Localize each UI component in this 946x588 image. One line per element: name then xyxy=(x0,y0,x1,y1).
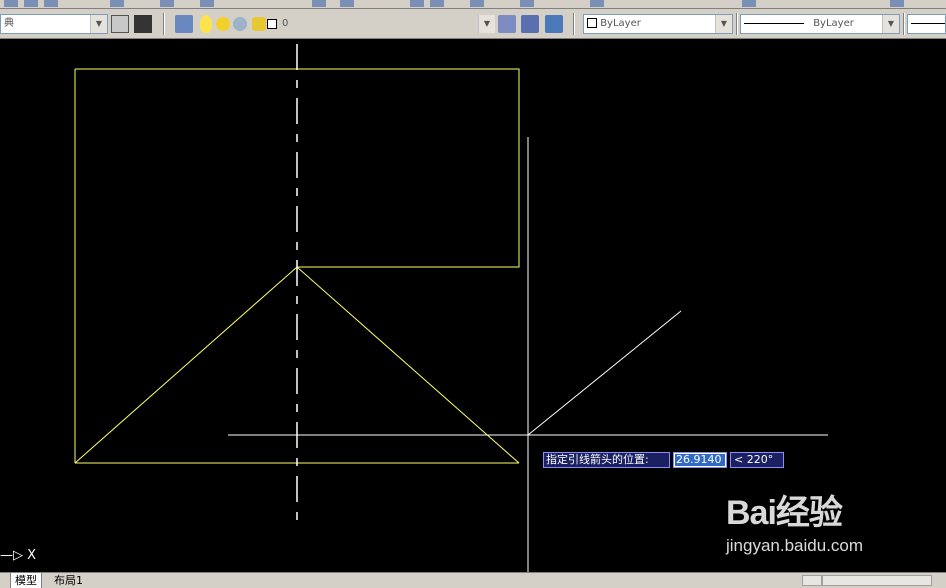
properties-toolbar: 典 ▼ 0 ▼ ByLayer ▼ ByLayer ▼ xyxy=(0,9,946,39)
lightbulb-icon[interactable] xyxy=(200,15,212,33)
scroll-left-button[interactable] xyxy=(802,575,822,586)
distance-input[interactable]: 26.9140 xyxy=(673,452,727,468)
toolbar-icon[interactable] xyxy=(410,0,424,7)
toolbar-separator xyxy=(736,13,738,35)
horizontal-scrollbar[interactable] xyxy=(822,575,932,586)
toolbar-icon[interactable] xyxy=(590,0,604,7)
toolbar-icon[interactable] xyxy=(340,0,354,7)
watermark-logo: Bai经验 xyxy=(726,494,843,532)
toolbar-icon[interactable] xyxy=(430,0,444,7)
toolbar-separator xyxy=(903,13,905,35)
layer-combo-value: 0 xyxy=(282,18,289,29)
toolbar-icon[interactable] xyxy=(4,0,18,7)
layer-combo[interactable]: 0 ▼ xyxy=(278,14,496,34)
layout-tab-bar: 模型 布局1 xyxy=(0,572,946,588)
linetype-combo-value: ByLayer xyxy=(813,18,854,29)
ucs-icon: —▷ X xyxy=(0,548,36,563)
make-current-icon[interactable] xyxy=(498,15,516,33)
toolbar-separator xyxy=(573,13,575,35)
standard-toolbar xyxy=(0,0,946,9)
toolbar-icon[interactable] xyxy=(110,0,124,7)
layer-tool-icon[interactable] xyxy=(111,15,129,33)
viewport-freeze-icon[interactable] xyxy=(233,17,247,31)
chevron-down-icon[interactable]: ▼ xyxy=(478,15,495,33)
color-swatch-icon xyxy=(587,18,597,28)
ucs-arrow-icon: —▷ xyxy=(0,548,23,563)
distance-input-value: 26.9140 xyxy=(675,454,725,466)
linetype-preview xyxy=(744,22,804,24)
toolbar-icon[interactable] xyxy=(312,0,326,7)
toolbar-icon[interactable] xyxy=(890,0,904,7)
lineweight-preview xyxy=(911,22,945,24)
leader-rubber-band-line xyxy=(527,310,682,436)
watermark: Bai经验 jingyan.baidu.com xyxy=(726,485,863,556)
layer-states-icon[interactable] xyxy=(521,15,539,33)
lock-icon[interactable] xyxy=(252,17,266,31)
sun-icon[interactable] xyxy=(216,17,230,31)
chevron-down-icon[interactable]: ▼ xyxy=(882,15,899,33)
layer-properties-icon[interactable] xyxy=(175,15,193,33)
toolbar-icon[interactable] xyxy=(520,0,534,7)
workspace-combo[interactable]: 典 ▼ xyxy=(0,14,108,34)
toolbar-separator xyxy=(163,13,165,35)
toolbar-icon[interactable] xyxy=(160,0,174,7)
layer-isolate-icon[interactable] xyxy=(545,15,563,33)
color-swatch-icon xyxy=(267,19,277,29)
chevron-down-icon[interactable]: ▼ xyxy=(715,15,732,33)
dynamic-input-prompt: 指定引线箭头的位置: xyxy=(543,452,670,468)
tab-model[interactable]: 模型 xyxy=(10,573,42,588)
ucs-x-label: X xyxy=(27,548,37,563)
chevron-down-icon[interactable]: ▼ xyxy=(90,15,107,33)
lineweight-combo[interactable] xyxy=(907,14,946,34)
watermark-url: jingyan.baidu.com xyxy=(726,536,864,555)
toolbar-icon[interactable] xyxy=(742,0,756,7)
angle-input[interactable]: < 220° xyxy=(730,452,784,468)
layer-previous-icon[interactable] xyxy=(134,15,152,33)
color-combo[interactable]: ByLayer ▼ xyxy=(583,14,733,34)
toolbar-icon[interactable] xyxy=(200,0,214,7)
linetype-combo[interactable]: ByLayer ▼ xyxy=(740,14,900,34)
toolbar-icon[interactable] xyxy=(470,0,484,7)
color-combo-value: ByLayer xyxy=(600,18,641,29)
tab-layout1[interactable]: 布局1 xyxy=(50,573,87,588)
toolbar-icon[interactable] xyxy=(24,0,38,7)
toolbar-icon[interactable] xyxy=(44,0,58,7)
workspace-combo-value: 典 xyxy=(4,18,14,29)
